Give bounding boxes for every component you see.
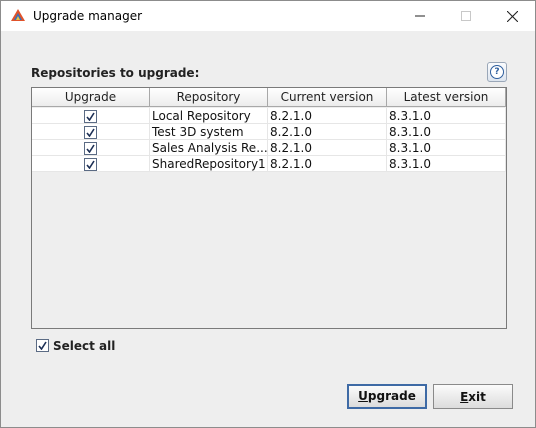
upgrade-checkbox[interactable] — [84, 110, 97, 123]
table-row[interactable]: Sales Analysis Re... 8.2.1.0 8.3.1.0 — [32, 140, 506, 156]
select-all-checkbox[interactable] — [36, 339, 49, 352]
checkmark-icon — [38, 341, 47, 350]
close-button[interactable] — [489, 1, 535, 31]
table-header: Upgrade Repository Current version Lates… — [32, 88, 506, 108]
upgrade-cell — [32, 140, 150, 156]
table-row[interactable]: Local Repository 8.2.1.0 8.3.1.0 — [32, 108, 506, 124]
repository-cell: Local Repository — [150, 108, 268, 124]
latest-version-cell: 8.3.1.0 — [387, 140, 506, 156]
checkmark-icon — [86, 144, 95, 153]
upgrade-checkbox[interactable] — [84, 158, 97, 171]
checkmark-icon — [86, 160, 95, 169]
maximize-icon — [461, 11, 471, 21]
repository-cell: Test 3D system — [150, 124, 268, 140]
help-icon: ? — [490, 65, 504, 79]
column-header-latest-version[interactable]: Latest version — [387, 88, 506, 107]
upgrade-checkbox[interactable] — [84, 126, 97, 139]
checkmark-icon — [86, 128, 95, 137]
exit-button[interactable]: Exit — [433, 384, 513, 409]
maximize-button[interactable] — [443, 1, 489, 31]
app-logo-icon — [11, 9, 25, 21]
current-version-cell: 8.2.1.0 — [268, 140, 387, 156]
table-row[interactable]: SharedRepository1 8.2.1.0 8.3.1.0 — [32, 156, 506, 172]
repositories-table[interactable]: Upgrade Repository Current version Lates… — [31, 87, 507, 329]
help-button[interactable]: ? — [487, 62, 507, 82]
upgrade-button[interactable]: Upgrade — [347, 384, 427, 409]
column-header-repository[interactable]: Repository — [150, 88, 268, 107]
current-version-cell: 8.2.1.0 — [268, 108, 387, 124]
minimize-button[interactable] — [397, 1, 443, 31]
exit-label: xit — [468, 390, 486, 404]
window-title: Upgrade manager — [33, 9, 143, 23]
select-all-label[interactable]: Select all — [53, 339, 115, 353]
title-bar[interactable]: Upgrade manager — [1, 1, 535, 31]
upgrade-cell — [32, 156, 150, 172]
close-icon — [506, 10, 518, 22]
repository-cell: SharedRepository1 — [150, 156, 268, 172]
minimize-icon — [415, 15, 425, 17]
upgrade-label: pgrade — [367, 389, 416, 403]
upgrade-checkbox[interactable] — [84, 142, 97, 155]
latest-version-cell: 8.3.1.0 — [387, 156, 506, 172]
repository-cell: Sales Analysis Re... — [150, 140, 268, 156]
upgrade-mnemonic: U — [358, 389, 368, 403]
checkmark-icon — [86, 112, 95, 121]
column-header-current-version[interactable]: Current version — [268, 88, 387, 107]
repositories-label: Repositories to upgrade: — [31, 66, 200, 80]
upgrade-cell — [32, 124, 150, 140]
current-version-cell: 8.2.1.0 — [268, 156, 387, 172]
table-row[interactable]: Test 3D system 8.2.1.0 8.3.1.0 — [32, 124, 506, 140]
latest-version-cell: 8.3.1.0 — [387, 108, 506, 124]
current-version-cell: 8.2.1.0 — [268, 124, 387, 140]
upgrade-manager-window: Upgrade manager Repositories to upgrade:… — [0, 0, 536, 428]
latest-version-cell: 8.3.1.0 — [387, 124, 506, 140]
column-header-upgrade[interactable]: Upgrade — [32, 88, 150, 107]
upgrade-cell — [32, 108, 150, 124]
